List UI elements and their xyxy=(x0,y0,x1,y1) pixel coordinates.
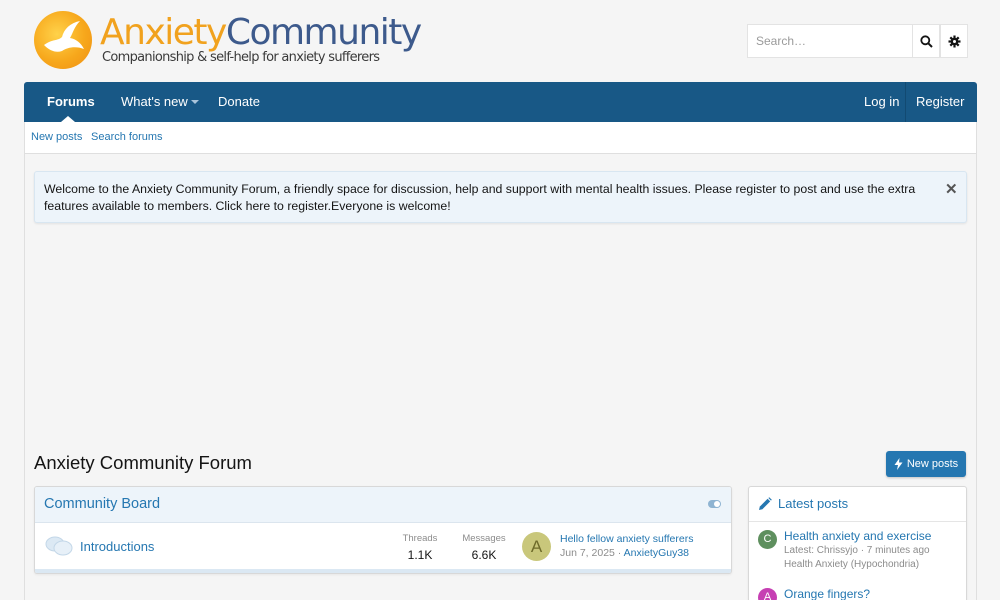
dove-icon xyxy=(34,11,92,69)
latest-thread-meta: Jun 7, 2025 · AnxietyGuy38 xyxy=(560,547,689,559)
notice-text: Welcome to the Anxiety Community Forum, … xyxy=(44,182,916,213)
community-board: Community Board Introductions Threads 1.… xyxy=(34,486,732,574)
board-title[interactable]: Community Board xyxy=(44,487,160,521)
latest-post-title[interactable]: Health anxiety and exercise xyxy=(784,529,931,543)
site-title-part2: Community xyxy=(225,12,422,53)
threads-stat: Threads 1.1K xyxy=(390,533,450,562)
messages-stat: Messages 6.6K xyxy=(454,533,514,562)
gear-icon xyxy=(948,35,960,47)
widget-header: Latest posts xyxy=(749,487,966,522)
nav-tab-whats-new[interactable]: What's new xyxy=(121,82,188,122)
latest-thread-link[interactable]: Hello fellow anxiety sufferers xyxy=(560,533,693,545)
site-header: AnxietyCommunity Companionship & self-he… xyxy=(0,0,1000,82)
meta-separator: · xyxy=(614,547,624,559)
latest-posts-widget: Latest posts C Health anxiety and exerci… xyxy=(748,486,967,600)
close-icon[interactable]: ✕ xyxy=(945,180,958,198)
board-footer xyxy=(35,569,731,573)
site-title-part1: Anxiety xyxy=(100,12,227,53)
site-logo[interactable]: AnxietyCommunity Companionship & self-he… xyxy=(34,11,422,71)
avatar[interactable]: A xyxy=(522,532,551,561)
nav-divider xyxy=(905,82,906,122)
sub-nav: New posts Search forums xyxy=(24,122,977,154)
chat-bubbles-icon xyxy=(45,535,73,562)
threads-label: Threads xyxy=(402,533,438,544)
chevron-down-icon[interactable] xyxy=(191,100,199,104)
search-button[interactable] xyxy=(912,24,940,58)
site-tagline: Companionship & self-help for anxiety su… xyxy=(102,50,380,65)
latest-post-forum[interactable]: Health Anxiety (Hypochondria) xyxy=(784,559,919,570)
login-link[interactable]: Log in xyxy=(864,82,899,122)
messages-count: 6.6K xyxy=(471,548,497,562)
widget-title[interactable]: Latest posts xyxy=(778,487,848,521)
site-title: AnxietyCommunity xyxy=(100,12,422,53)
subnav-search-forums[interactable]: Search forums xyxy=(91,122,163,154)
nav-tab-donate[interactable]: Donate xyxy=(218,82,260,122)
latest-thread-user[interactable]: AnxietyGuy38 xyxy=(624,547,689,559)
latest-post-title[interactable]: Orange fingers? xyxy=(784,587,870,600)
register-link[interactable]: Register xyxy=(916,82,964,122)
forum-link-introductions[interactable]: Introductions xyxy=(80,539,154,554)
avatar[interactable]: C xyxy=(758,530,777,549)
main-nav: Forums What's new Donate Log in Register xyxy=(24,82,977,122)
board-header[interactable]: Community Board xyxy=(35,487,731,523)
search-input[interactable]: Search… xyxy=(747,24,913,58)
search-settings-button[interactable] xyxy=(940,24,968,58)
messages-label: Messages xyxy=(462,533,506,544)
collapse-toggle-icon[interactable] xyxy=(708,500,721,508)
avatar[interactable]: A xyxy=(758,588,777,600)
new-posts-button[interactable]: New posts xyxy=(886,451,966,477)
lightning-icon xyxy=(894,458,903,470)
latest-thread-date[interactable]: Jun 7, 2025 xyxy=(560,547,615,559)
search-icon xyxy=(919,34,933,48)
pencil-icon xyxy=(759,497,772,510)
welcome-notice[interactable]: Welcome to the Anxiety Community Forum, … xyxy=(34,171,967,223)
new-posts-button-label: New posts xyxy=(906,458,959,470)
latest-post-meta[interactable]: Latest: Chrissyjo · 7 minutes ago xyxy=(784,545,930,556)
subnav-new-posts[interactable]: New posts xyxy=(31,122,82,154)
page-title: Anxiety Community Forum xyxy=(34,452,252,473)
threads-count: 1.1K xyxy=(407,548,433,562)
search-placeholder: Search… xyxy=(756,34,807,48)
